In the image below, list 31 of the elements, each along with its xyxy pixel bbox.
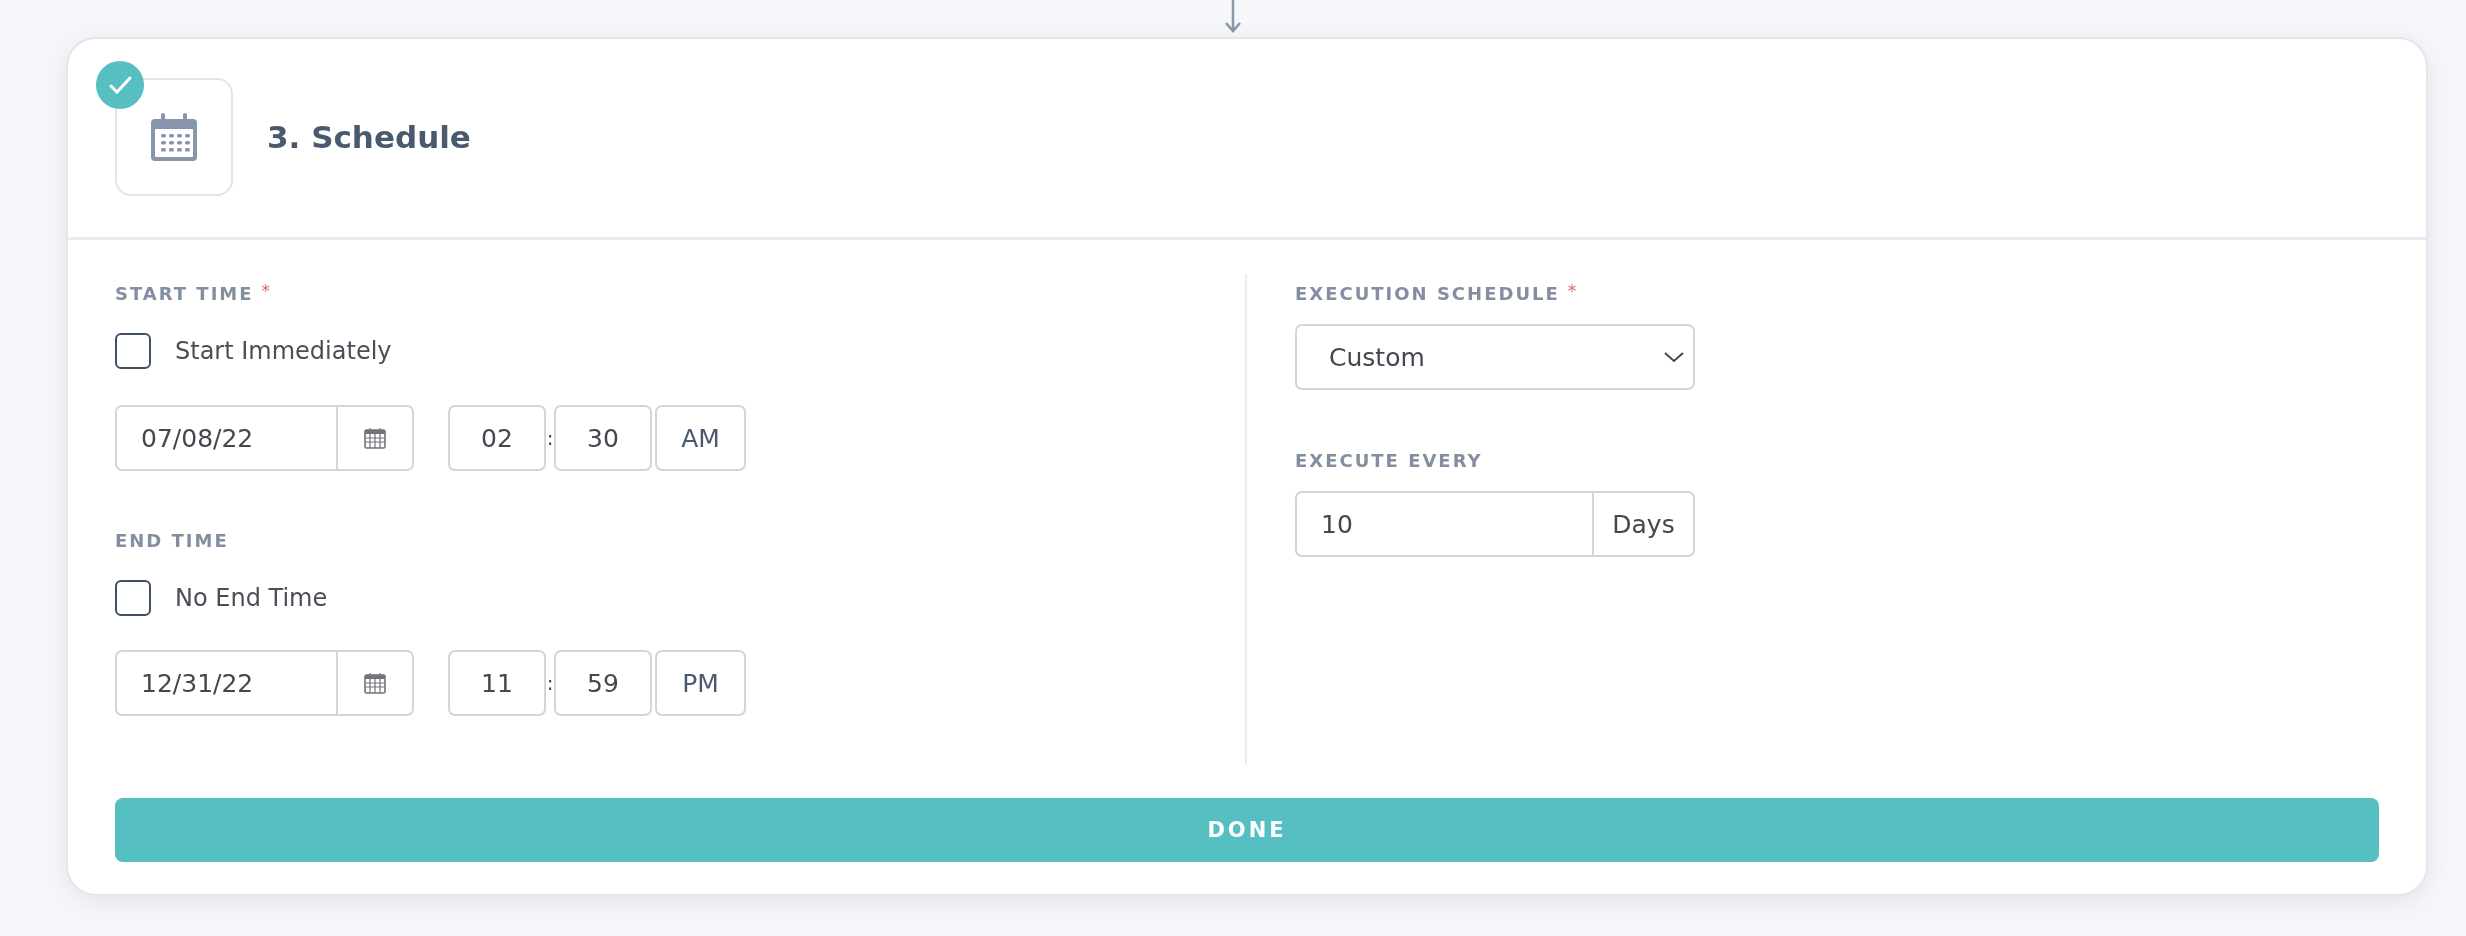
checkbox[interactable] — [115, 333, 151, 369]
calendar-icon — [364, 427, 386, 449]
field-label: END TIME — [115, 529, 229, 551]
calendar-icon — [151, 113, 197, 161]
field-label: EXECUTE EVERY — [1295, 449, 1483, 471]
chevron-down-icon — [1663, 350, 1685, 364]
calendar-button[interactable] — [338, 650, 414, 716]
calendar-icon — [364, 672, 386, 694]
time-separator: : — [546, 671, 554, 695]
field-label: EXECUTION SCHEDULE — [1295, 282, 1560, 304]
down-arrow-icon — [1224, 0, 1242, 35]
hour-field[interactable]: 02 — [448, 405, 546, 471]
step-title: 3. Schedule — [267, 118, 471, 157]
date-field[interactable]: 07/08/22 — [115, 405, 338, 471]
checkbox-label: No End Time — [175, 584, 328, 612]
interval-field[interactable]: 10 — [1295, 491, 1594, 557]
time-separator: : — [546, 426, 554, 450]
minute-field[interactable]: 30 — [554, 405, 652, 471]
checkbox[interactable] — [115, 580, 151, 616]
required-mark: * — [1567, 281, 1577, 301]
schedule-dropdown[interactable]: Custom — [1295, 324, 1695, 390]
unit-addon: Days — [1594, 491, 1695, 557]
field-label: START TIME — [115, 282, 254, 304]
hour-field[interactable]: 11 — [448, 650, 546, 716]
period-button[interactable]: AM — [655, 405, 746, 471]
minute-field[interactable]: 59 — [554, 650, 652, 716]
calendar-button[interactable] — [338, 405, 414, 471]
required-mark: * — [261, 281, 271, 301]
checkbox-label: Start Immediately — [175, 337, 392, 365]
period-button[interactable]: PM — [655, 650, 746, 716]
date-field[interactable]: 12/31/22 — [115, 650, 338, 716]
